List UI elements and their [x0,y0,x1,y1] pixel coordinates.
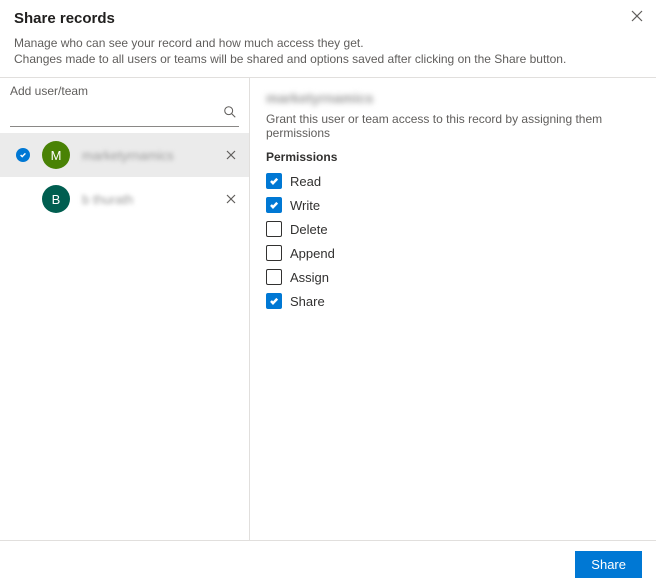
permission-row-read: Read [266,170,640,192]
dialog-description-2: Changes made to all users or teams will … [14,51,642,67]
permission-row-append: Append [266,242,640,264]
close-icon [226,148,236,163]
close-button[interactable] [628,8,646,26]
remove-user-button[interactable] [221,145,241,165]
checkbox-read[interactable] [266,173,282,189]
remove-user-button[interactable] [221,189,241,209]
user-item-0[interactable]: M marketyrnamics [0,133,249,177]
selected-user-title: marketyrnamics [266,90,640,106]
permission-row-share: Share [266,290,640,312]
share-button[interactable]: Share [575,551,642,578]
user-name-label: b thurath [82,192,221,207]
share-records-dialog: Share records Manage who can see your re… [0,0,656,587]
checkbox-delete[interactable] [266,221,282,237]
dialog-body: Add user/team M marketyrnamics [0,78,656,541]
search-field-wrap [10,101,239,127]
close-icon [631,10,643,25]
dialog-header: Share records Manage who can see your re… [0,0,656,78]
checkbox-append[interactable] [266,245,282,261]
avatar: M [42,141,70,169]
close-icon [226,192,236,207]
search-icon[interactable] [223,105,237,122]
permission-row-assign: Assign [266,266,640,288]
dialog-title: Share records [14,10,642,27]
permission-row-write: Write [266,194,640,216]
checkbox-share[interactable] [266,293,282,309]
checkbox-write[interactable] [266,197,282,213]
user-item-1[interactable]: B b thurath [0,177,249,221]
user-name-label: marketyrnamics [82,148,221,163]
add-user-label: Add user/team [0,78,249,101]
selected-indicator-icon [16,148,30,162]
avatar: B [42,185,70,213]
user-panel: Add user/team M marketyrnamics [0,78,250,540]
dialog-footer: Share [0,541,656,587]
permission-label: Write [290,198,320,213]
permissions-description: Grant this user or team access to this r… [266,112,640,140]
permission-label: Append [290,246,335,261]
user-list: M marketyrnamics B b thurath [0,133,249,540]
dialog-description-1: Manage who can see your record and how m… [14,35,642,51]
permission-label: Share [290,294,325,309]
permission-label: Read [290,174,321,189]
permissions-header: Permissions [266,150,640,164]
checkbox-assign[interactable] [266,269,282,285]
permission-label: Delete [290,222,328,237]
search-input[interactable] [10,101,239,127]
permissions-panel: marketyrnamics Grant this user or team a… [250,78,656,540]
permission-label: Assign [290,270,329,285]
permission-row-delete: Delete [266,218,640,240]
